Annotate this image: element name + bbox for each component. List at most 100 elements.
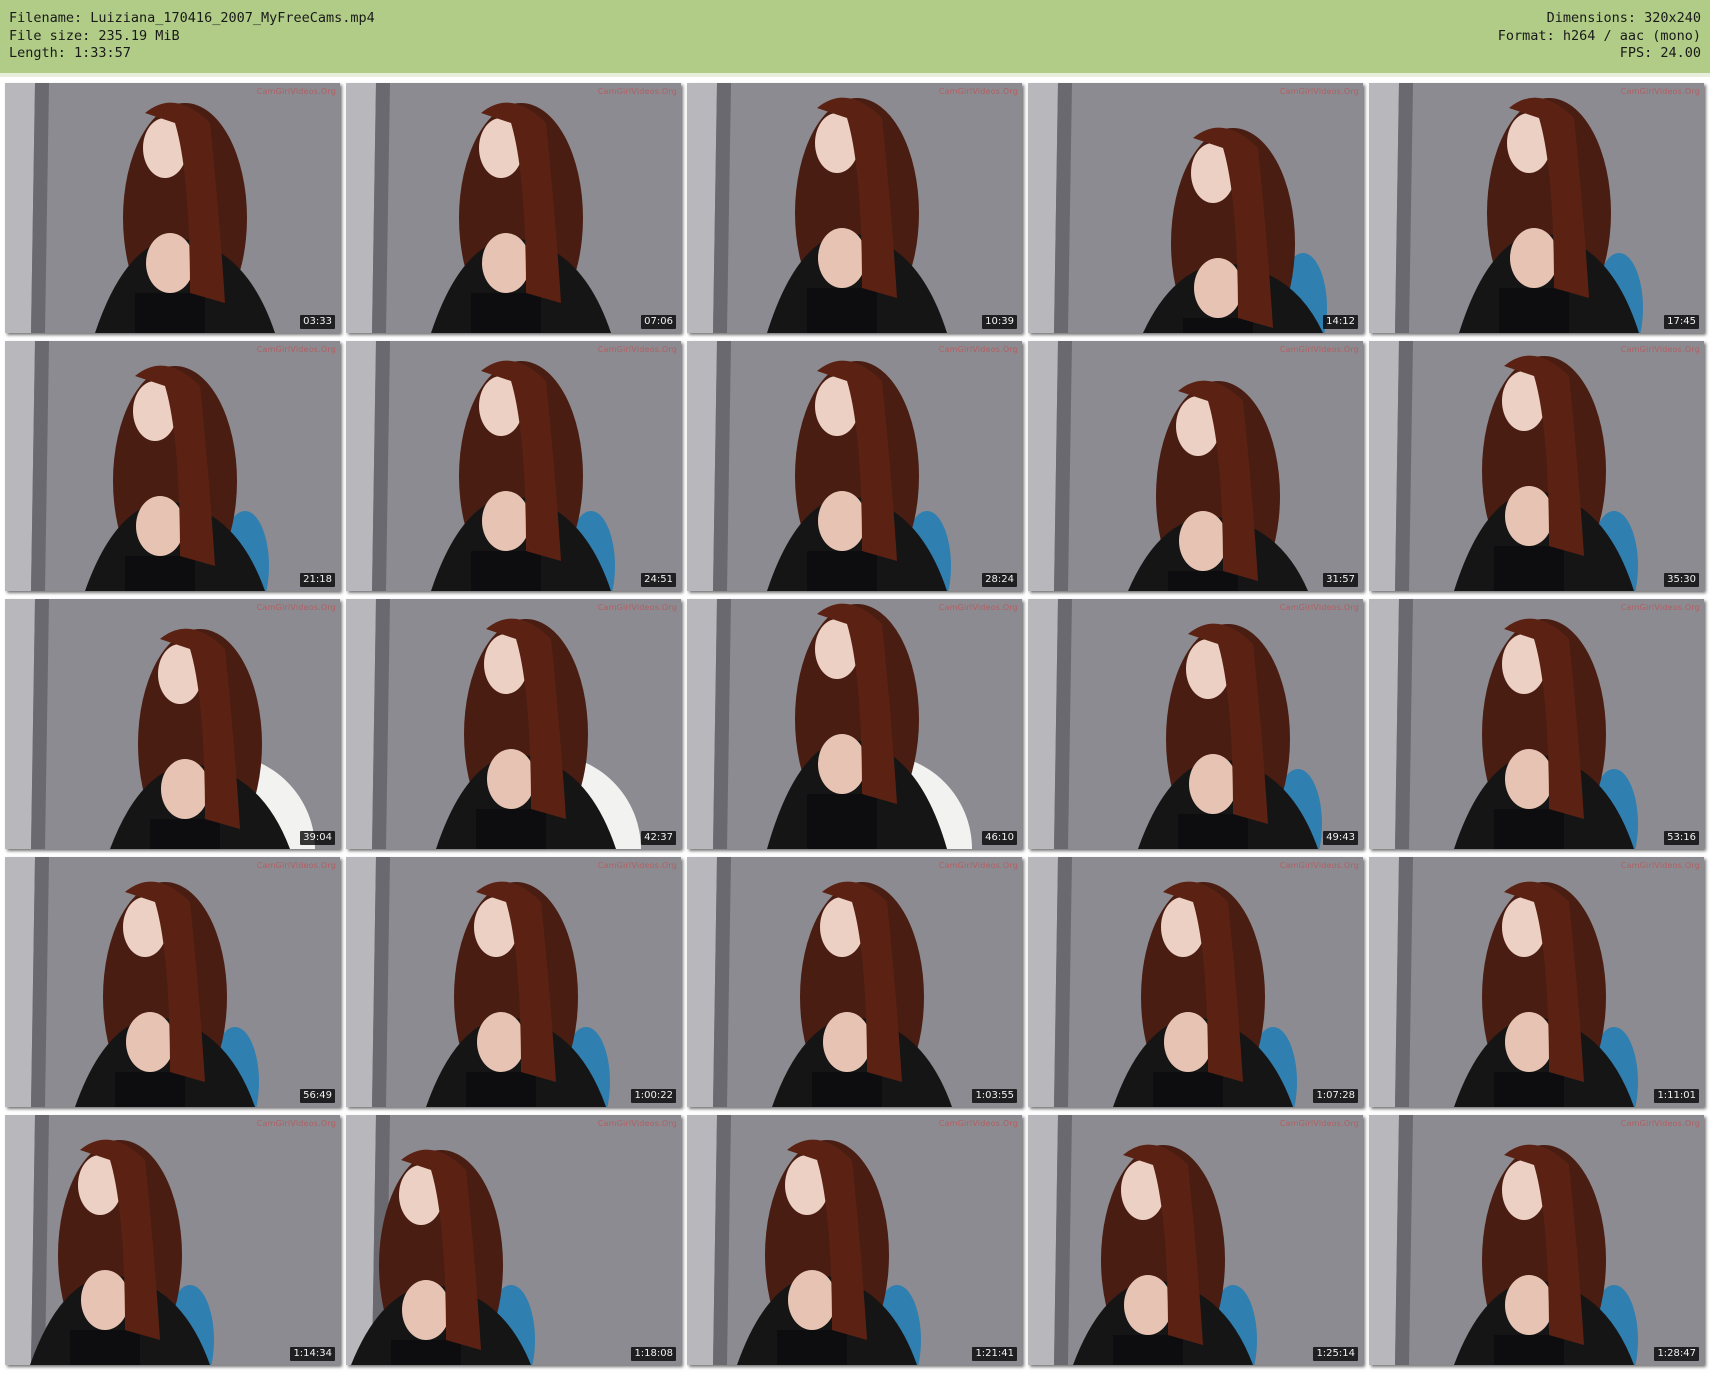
video-thumbnail: CamGirlVideos.Org 21:18 — [5, 341, 340, 591]
timestamp-label: 1:25:14 — [1313, 1347, 1358, 1361]
video-thumbnail: CamGirlVideos.Org 07:06 — [346, 83, 681, 333]
thumbnail-scene — [5, 83, 340, 333]
thumbnail-scene — [5, 341, 340, 591]
video-thumbnail: CamGirlVideos.Org 14:12 — [1028, 83, 1363, 333]
watermark-label: CamGirlVideos.Org — [938, 603, 1018, 612]
thumbnail-scene — [1028, 341, 1363, 591]
thumbnail-scene — [1028, 83, 1363, 333]
timestamp-label: 03:33 — [300, 315, 335, 329]
timestamp-label: 10:39 — [982, 315, 1017, 329]
video-thumbnail: CamGirlVideos.Org 35:30 — [1369, 341, 1704, 591]
thumbnail-scene — [1369, 341, 1704, 591]
timestamp-label: 1:18:08 — [631, 1347, 676, 1361]
watermark-label: CamGirlVideos.Org — [1279, 87, 1359, 96]
video-thumbnail: CamGirlVideos.Org 46:10 — [687, 599, 1022, 849]
timestamp-label: 1:00:22 — [631, 1089, 676, 1103]
watermark-label: CamGirlVideos.Org — [1620, 1119, 1700, 1128]
watermark-label: CamGirlVideos.Org — [1279, 345, 1359, 354]
video-thumbnail: CamGirlVideos.Org 03:33 — [5, 83, 340, 333]
watermark-label: CamGirlVideos.Org — [1620, 861, 1700, 870]
thumbnail-scene — [5, 1115, 340, 1365]
video-thumbnail: CamGirlVideos.Org 1:18:08 — [346, 1115, 681, 1365]
thumbnail-scene — [1028, 857, 1363, 1107]
timestamp-label: 39:04 — [300, 831, 335, 845]
video-thumbnail: CamGirlVideos.Org 10:39 — [687, 83, 1022, 333]
watermark-label: CamGirlVideos.Org — [1620, 87, 1700, 96]
timestamp-label: 53:16 — [1664, 831, 1699, 845]
timestamp-label: 31:57 — [1323, 573, 1358, 587]
video-thumbnail: CamGirlVideos.Org 56:49 — [5, 857, 340, 1107]
timestamp-label: 46:10 — [982, 831, 1017, 845]
thumbnail-scene — [687, 1115, 1022, 1365]
timestamp-label: 1:21:41 — [972, 1347, 1017, 1361]
watermark-label: CamGirlVideos.Org — [597, 87, 677, 96]
timestamp-label: 56:49 — [300, 1089, 335, 1103]
thumbnail-scene — [1369, 83, 1704, 333]
timestamp-label: 24:51 — [641, 573, 676, 587]
watermark-label: CamGirlVideos.Org — [256, 345, 336, 354]
watermark-label: CamGirlVideos.Org — [938, 861, 1018, 870]
thumbnail-scene — [1028, 599, 1363, 849]
thumbnail-scene — [687, 857, 1022, 1107]
timestamp-label: 17:45 — [1664, 315, 1699, 329]
video-thumbnail: CamGirlVideos.Org 1:03:55 — [687, 857, 1022, 1107]
watermark-label: CamGirlVideos.Org — [1620, 345, 1700, 354]
video-thumbnail: CamGirlVideos.Org 1:14:34 — [5, 1115, 340, 1365]
thumbnail-grid: CamGirlVideos.Org 03:33 CamGirlVideos.Org 0… — [0, 0, 1710, 1373]
thumbnail-scene — [1028, 1115, 1363, 1365]
thumbnail-scene — [5, 599, 340, 849]
video-thumbnail: CamGirlVideos.Org 1:07:28 — [1028, 857, 1363, 1107]
thumbnail-scene — [346, 1115, 681, 1365]
video-thumbnail: CamGirlVideos.Org 42:37 — [346, 599, 681, 849]
timestamp-label: 14:12 — [1323, 315, 1358, 329]
video-thumbnail: CamGirlVideos.Org 49:43 — [1028, 599, 1363, 849]
thumbnail-scene — [346, 341, 681, 591]
thumbnail-scene — [1369, 857, 1704, 1107]
watermark-label: CamGirlVideos.Org — [597, 345, 677, 354]
timestamp-label: 49:43 — [1323, 831, 1358, 845]
timestamp-label: 1:03:55 — [972, 1089, 1017, 1103]
thumbnail-scene — [5, 857, 340, 1107]
watermark-label: CamGirlVideos.Org — [597, 1119, 677, 1128]
video-thumbnail: CamGirlVideos.Org 28:24 — [687, 341, 1022, 591]
watermark-label: CamGirlVideos.Org — [1620, 603, 1700, 612]
watermark-label: CamGirlVideos.Org — [938, 345, 1018, 354]
video-thumbnail: CamGirlVideos.Org 1:11:01 — [1369, 857, 1704, 1107]
timestamp-label: 1:11:01 — [1654, 1089, 1699, 1103]
watermark-label: CamGirlVideos.Org — [1279, 861, 1359, 870]
watermark-label: CamGirlVideos.Org — [597, 861, 677, 870]
timestamp-label: 42:37 — [641, 831, 676, 845]
video-thumbnail: CamGirlVideos.Org 53:16 — [1369, 599, 1704, 849]
video-thumbnail: CamGirlVideos.Org 24:51 — [346, 341, 681, 591]
watermark-label: CamGirlVideos.Org — [597, 603, 677, 612]
thumbnail-scene — [687, 341, 1022, 591]
timestamp-label: 21:18 — [300, 573, 335, 587]
thumbnail-scene — [346, 599, 681, 849]
timestamp-label: 35:30 — [1664, 573, 1699, 587]
thumbnail-scene — [1369, 1115, 1704, 1365]
watermark-label: CamGirlVideos.Org — [256, 603, 336, 612]
thumbnail-scene — [687, 599, 1022, 849]
timestamp-label: 1:07:28 — [1313, 1089, 1358, 1103]
video-thumbnail: CamGirlVideos.Org 1:00:22 — [346, 857, 681, 1107]
watermark-label: CamGirlVideos.Org — [256, 1119, 336, 1128]
timestamp-label: 28:24 — [982, 573, 1017, 587]
video-thumbnail: CamGirlVideos.Org 31:57 — [1028, 341, 1363, 591]
video-thumbnail: CamGirlVideos.Org 1:28:47 — [1369, 1115, 1704, 1365]
watermark-label: CamGirlVideos.Org — [938, 87, 1018, 96]
watermark-label: CamGirlVideos.Org — [256, 87, 336, 96]
timestamp-label: 07:06 — [641, 315, 676, 329]
thumbnail-scene — [1369, 599, 1704, 849]
video-thumbnail: CamGirlVideos.Org 1:25:14 — [1028, 1115, 1363, 1365]
video-thumbnail: CamGirlVideos.Org 17:45 — [1369, 83, 1704, 333]
watermark-label: CamGirlVideos.Org — [1279, 603, 1359, 612]
thumbnail-scene — [346, 83, 681, 333]
timestamp-label: 1:28:47 — [1654, 1347, 1699, 1361]
thumbnail-scene — [346, 857, 681, 1107]
video-thumbnail: CamGirlVideos.Org 1:21:41 — [687, 1115, 1022, 1365]
timestamp-label: 1:14:34 — [290, 1347, 335, 1361]
watermark-label: CamGirlVideos.Org — [256, 861, 336, 870]
thumbnail-scene — [687, 83, 1022, 333]
watermark-label: CamGirlVideos.Org — [1279, 1119, 1359, 1128]
watermark-label: CamGirlVideos.Org — [938, 1119, 1018, 1128]
